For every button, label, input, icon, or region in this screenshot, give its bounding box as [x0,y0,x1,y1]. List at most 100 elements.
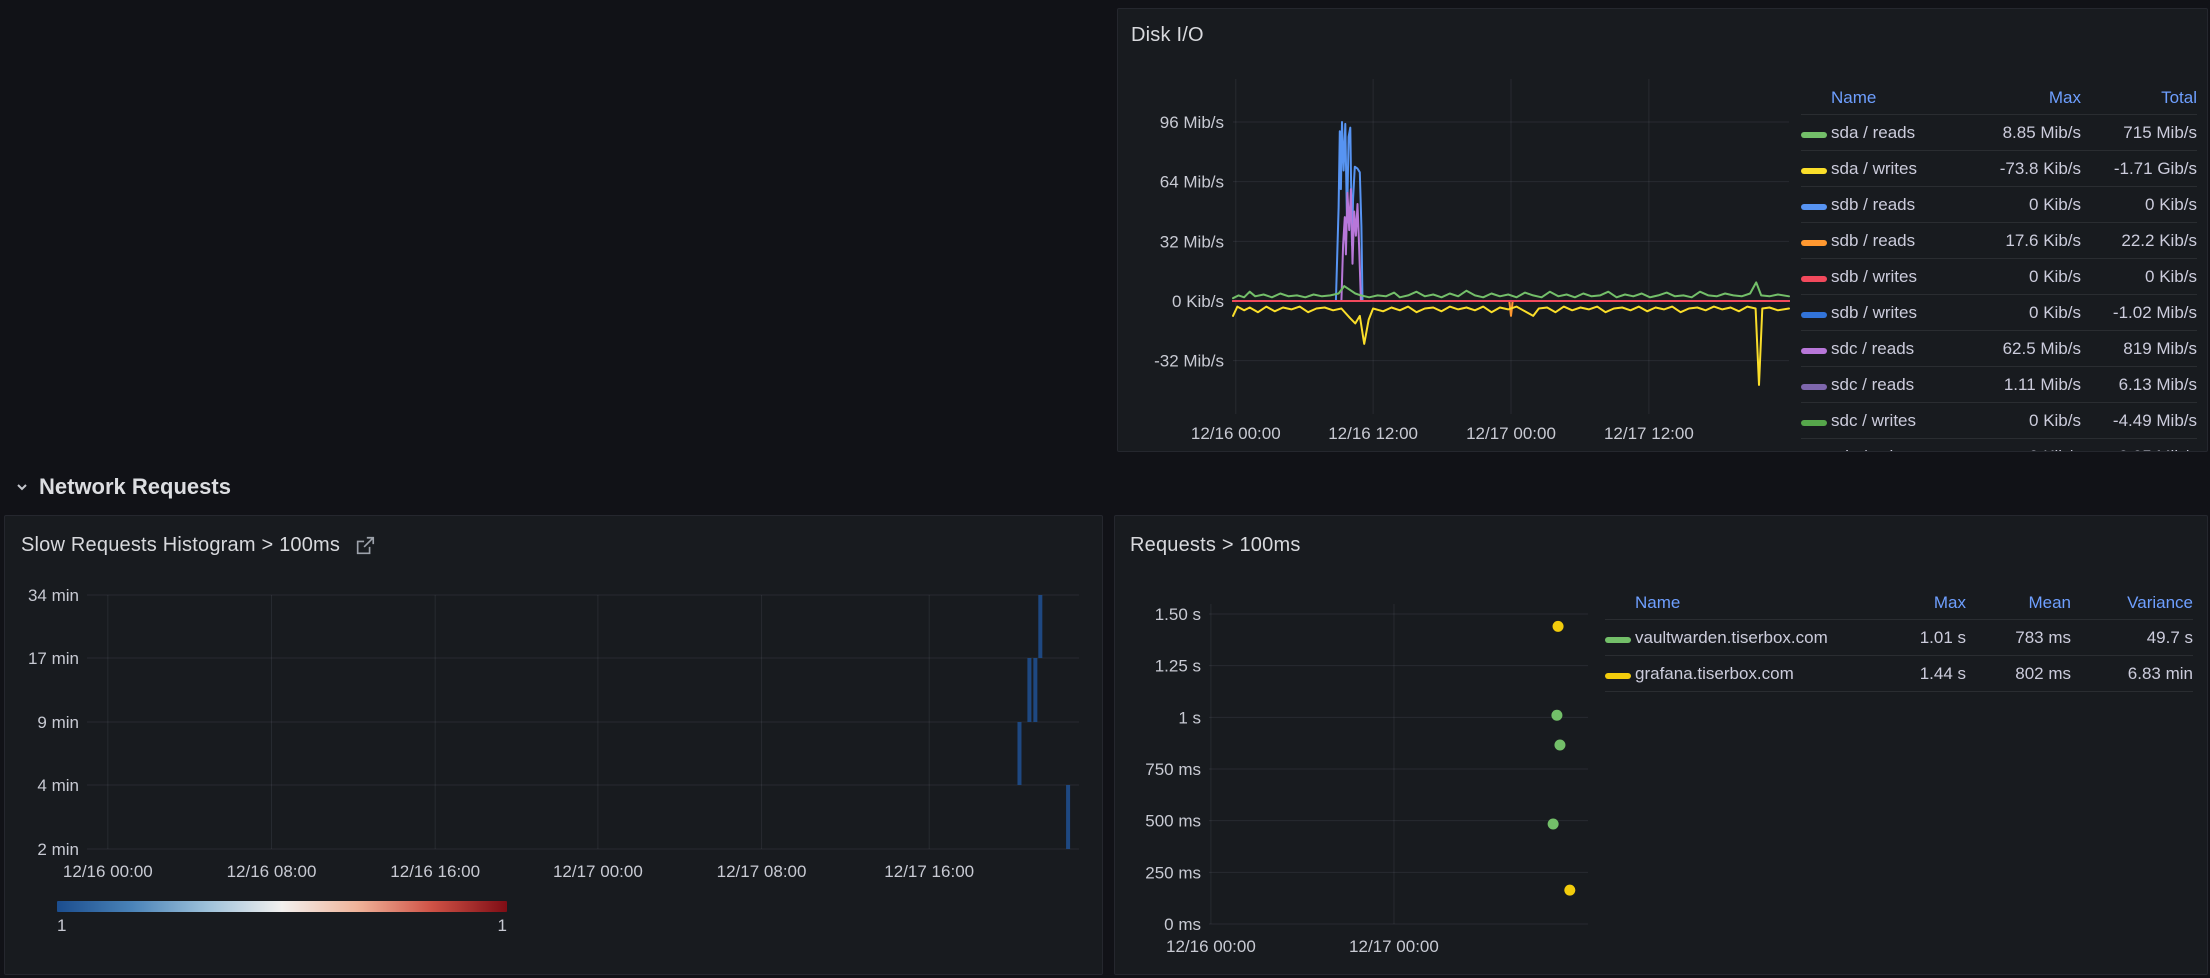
heatmap-cell[interactable] [1017,722,1021,785]
legend-value-total: -4.49 Mib/s [2081,411,2197,431]
legend-series-name[interactable]: sdb / writes [1831,267,1973,287]
requests-legend-header-max[interactable]: Max [1871,593,1966,613]
legend-value-total: -2.05 Mib/s [2081,447,2197,453]
series-color-swatch[interactable] [1801,312,1827,318]
legend-row: sdb / writes0 Kib/s0 Kib/s [1801,259,2197,295]
legend-value-max: 8.85 Mib/s [1973,123,2081,143]
legend-series-name[interactable]: sdc / reads [1831,375,1973,395]
disk-io-legend: Name Max Total sda / reads8.85 Mib/s715 … [1801,81,2197,452]
legend-value-total: 819 Mib/s [2081,339,2197,359]
series-color-swatch[interactable] [1801,384,1827,390]
disk-io-chart[interactable]: 96 Mib/s64 Mib/s32 Mib/s0 Kib/s-32 Mib/s… [1118,9,1798,451]
legend-row: sda / writes-73.8 Kib/s-1.71 Gib/s [1801,151,2197,187]
legend-value-total: 715 Mib/s [2081,123,2197,143]
x-tick-label: 12/16 08:00 [227,862,317,881]
legend-row: sdb / writes0 Kib/s-1.02 Mib/s [1801,295,2197,331]
requests-legend-header-mean[interactable]: Mean [1966,593,2071,613]
series-color-swatch[interactable] [1801,240,1827,246]
scatter-point[interactable] [1551,710,1562,721]
series-color-swatch[interactable] [1801,348,1827,354]
slow-requests-histogram-panel: Slow Requests Histogram > 100ms 34 min17… [4,515,1103,975]
heatmap-cell[interactable] [1066,785,1070,849]
legend-series-name[interactable]: sdb / reads [1831,195,1973,215]
x-tick-label: 12/16 00:00 [1166,937,1256,956]
legend-series-name[interactable]: grafana.tiserbox.com [1635,664,1871,684]
y-tick-label: 0 ms [1164,915,1201,934]
heatmap-cell[interactable] [1027,658,1031,722]
disk-legend-header-total[interactable]: Total [2081,88,2197,108]
disk-legend-header-max[interactable]: Max [1973,88,2081,108]
x-tick-label: 12/17 00:00 [1349,937,1439,956]
requests-scatter-chart[interactable]: 1.50 s1.25 s1 s750 ms500 ms250 ms0 ms12/… [1115,516,1600,972]
y-tick-label: 250 ms [1145,863,1201,882]
requests-legend-rows: vaultwarden.tiserbox.com1.01 s783 ms49.7… [1605,620,2193,692]
legend-series-name[interactable]: sdb / writes [1831,303,1973,323]
y-tick-label: 0 Kib/s [1172,292,1224,311]
scatter-point[interactable] [1548,818,1559,829]
legend-series-name[interactable]: sdc / writes [1831,411,1973,431]
legend-series-name[interactable]: sdc / writes [1831,447,1973,453]
legend-swatch-cell [1801,267,1831,287]
legend-value-variance: 49.7 s [2071,628,2193,648]
y-tick-label: 4 min [37,776,79,795]
x-tick-label: 12/17 08:00 [717,862,807,881]
scatter-point[interactable] [1554,740,1565,751]
series-color-swatch[interactable] [1801,420,1827,426]
legend-row: sdb / reads0 Kib/s0 Kib/s [1801,187,2197,223]
series-color-swatch[interactable] [1605,637,1631,643]
heatmap-cell[interactable] [1033,658,1037,722]
series-color-swatch[interactable] [1605,673,1631,679]
requests-legend-header-name[interactable]: Name [1635,593,1871,613]
color-scale-max: 1 [498,916,507,936]
legend-row: vaultwarden.tiserbox.com1.01 s783 ms49.7… [1605,620,2193,656]
chevron-down-icon[interactable] [14,479,30,495]
x-tick-label: 12/16 00:00 [63,862,153,881]
legend-value-max: 0 Kib/s [1973,411,2081,431]
y-tick-label: 17 min [28,649,79,668]
legend-swatch-cell [1801,123,1831,143]
x-tick-label: 12/17 12:00 [1604,424,1694,443]
legend-row: sdc / writes0 Kib/s-2.05 Mib/s [1801,439,2197,452]
series-color-swatch[interactable] [1801,168,1827,174]
legend-series-name[interactable]: sda / reads [1831,123,1973,143]
y-tick-label: 2 min [37,840,79,859]
disk-legend-header-row: Name Max Total [1801,81,2197,115]
series-color-swatch[interactable] [1801,276,1827,282]
requests-legend-header-row: Name Max Mean Variance [1605,586,2193,620]
section-header-label[interactable]: Network Requests [39,474,231,500]
x-tick-label: 12/16 00:00 [1191,424,1281,443]
scatter-point[interactable] [1553,621,1564,632]
legend-swatch-cell [1801,375,1831,395]
legend-series-name[interactable]: sdb / reads [1831,231,1973,251]
legend-series-name[interactable]: vaultwarden.tiserbox.com [1635,628,1871,648]
legend-value-total: -1.02 Mib/s [2081,303,2197,323]
series-color-swatch[interactable] [1801,204,1827,210]
legend-value-total: 6.13 Mib/s [2081,375,2197,395]
legend-swatch-cell [1801,411,1831,431]
legend-value-max: 17.6 Kib/s [1973,231,2081,251]
scatter-point[interactable] [1564,885,1575,896]
legend-value-max: 62.5 Mib/s [1973,339,2081,359]
requests-legend: Name Max Mean Variance vaultwarden.tiser… [1605,586,2193,692]
series-color-swatch[interactable] [1801,132,1827,138]
legend-row: sdc / reads1.11 Mib/s6.13 Mib/s [1801,367,2197,403]
section-header-network-requests[interactable]: Network Requests [14,474,231,500]
legend-series-name[interactable]: sdc / reads [1831,339,1973,359]
legend-series-name[interactable]: sda / writes [1831,159,1973,179]
y-tick-label: 1 s [1178,708,1201,727]
legend-value-max: 1.44 s [1871,664,1966,684]
legend-row: sdc / reads62.5 Mib/s819 Mib/s [1801,331,2197,367]
disk-legend-header-name[interactable]: Name [1831,88,1973,108]
y-tick-label: 34 min [28,586,79,605]
legend-value-total: -1.71 Gib/s [2081,159,2197,179]
legend-value-max: 0 Kib/s [1973,267,2081,287]
legend-value-total: 22.2 Kib/s [2081,231,2197,251]
y-tick-label: 1.25 s [1155,657,1201,676]
heatmap-cell[interactable] [1038,595,1042,658]
x-tick-label: 12/17 16:00 [884,862,974,881]
x-tick-label: 12/16 12:00 [1328,424,1418,443]
requests-over-100ms-panel: Requests > 100ms 1.50 s1.25 s1 s750 ms50… [1114,515,2208,975]
requests-legend-header-variance[interactable]: Variance [2071,593,2193,613]
legend-value-max: 1.01 s [1871,628,1966,648]
y-tick-label: -32 Mib/s [1154,352,1224,371]
